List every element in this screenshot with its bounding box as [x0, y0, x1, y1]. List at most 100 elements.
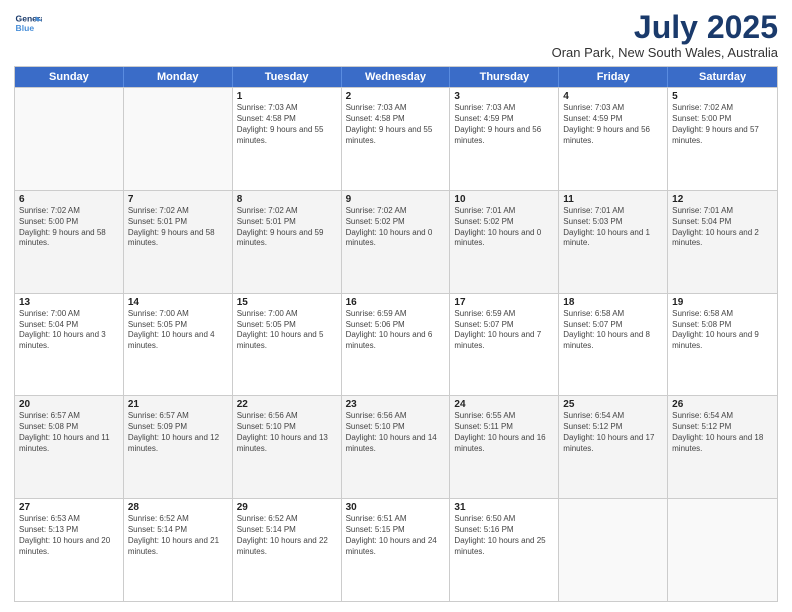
- header-day: Friday: [559, 67, 668, 87]
- calendar-cell: 27Sunrise: 6:53 AM Sunset: 5:13 PM Dayli…: [15, 499, 124, 601]
- calendar-body: 1Sunrise: 7:03 AM Sunset: 4:58 PM Daylig…: [15, 87, 777, 601]
- day-number: 15: [237, 297, 337, 308]
- calendar-cell: 1Sunrise: 7:03 AM Sunset: 4:58 PM Daylig…: [233, 88, 342, 190]
- svg-text:Blue: Blue: [16, 23, 35, 33]
- day-number: 29: [237, 502, 337, 513]
- logo-icon: General Blue: [14, 10, 42, 38]
- calendar-cell: 7Sunrise: 7:02 AM Sunset: 5:01 PM Daylig…: [124, 191, 233, 293]
- month-year: July 2025: [552, 10, 778, 45]
- calendar-cell: 29Sunrise: 6:52 AM Sunset: 5:14 PM Dayli…: [233, 499, 342, 601]
- calendar-cell: 21Sunrise: 6:57 AM Sunset: 5:09 PM Dayli…: [124, 396, 233, 498]
- day-info: Sunrise: 7:01 AM Sunset: 5:02 PM Dayligh…: [454, 206, 554, 249]
- calendar-cell: 14Sunrise: 7:00 AM Sunset: 5:05 PM Dayli…: [124, 294, 233, 396]
- header-day: Monday: [124, 67, 233, 87]
- calendar-cell: 10Sunrise: 7:01 AM Sunset: 5:02 PM Dayli…: [450, 191, 559, 293]
- calendar-cell: 24Sunrise: 6:55 AM Sunset: 5:11 PM Dayli…: [450, 396, 559, 498]
- day-info: Sunrise: 7:03 AM Sunset: 4:59 PM Dayligh…: [454, 103, 554, 146]
- day-info: Sunrise: 6:50 AM Sunset: 5:16 PM Dayligh…: [454, 514, 554, 557]
- page: General Blue July 2025 Oran Park, New So…: [0, 0, 792, 612]
- day-info: Sunrise: 6:54 AM Sunset: 5:12 PM Dayligh…: [672, 411, 773, 454]
- calendar-cell: 6Sunrise: 7:02 AM Sunset: 5:00 PM Daylig…: [15, 191, 124, 293]
- day-info: Sunrise: 6:52 AM Sunset: 5:14 PM Dayligh…: [128, 514, 228, 557]
- day-info: Sunrise: 7:03 AM Sunset: 4:59 PM Dayligh…: [563, 103, 663, 146]
- day-number: 1: [237, 91, 337, 102]
- day-number: 20: [19, 399, 119, 410]
- calendar-header: SundayMondayTuesdayWednesdayThursdayFrid…: [15, 67, 777, 87]
- day-info: Sunrise: 7:02 AM Sunset: 5:00 PM Dayligh…: [672, 103, 773, 146]
- day-number: 17: [454, 297, 554, 308]
- day-info: Sunrise: 6:57 AM Sunset: 5:09 PM Dayligh…: [128, 411, 228, 454]
- calendar-cell: 16Sunrise: 6:59 AM Sunset: 5:06 PM Dayli…: [342, 294, 451, 396]
- calendar-cell: 12Sunrise: 7:01 AM Sunset: 5:04 PM Dayli…: [668, 191, 777, 293]
- day-number: 11: [563, 194, 663, 205]
- calendar-cell: 4Sunrise: 7:03 AM Sunset: 4:59 PM Daylig…: [559, 88, 668, 190]
- day-number: 8: [237, 194, 337, 205]
- calendar-cell: 19Sunrise: 6:58 AM Sunset: 5:08 PM Dayli…: [668, 294, 777, 396]
- calendar-row: 1Sunrise: 7:03 AM Sunset: 4:58 PM Daylig…: [15, 87, 777, 190]
- calendar-row: 27Sunrise: 6:53 AM Sunset: 5:13 PM Dayli…: [15, 498, 777, 601]
- day-info: Sunrise: 7:03 AM Sunset: 4:58 PM Dayligh…: [237, 103, 337, 146]
- calendar-row: 20Sunrise: 6:57 AM Sunset: 5:08 PM Dayli…: [15, 395, 777, 498]
- calendar-cell: 25Sunrise: 6:54 AM Sunset: 5:12 PM Dayli…: [559, 396, 668, 498]
- calendar-cell: 31Sunrise: 6:50 AM Sunset: 5:16 PM Dayli…: [450, 499, 559, 601]
- day-info: Sunrise: 6:59 AM Sunset: 5:07 PM Dayligh…: [454, 309, 554, 352]
- calendar-cell: 22Sunrise: 6:56 AM Sunset: 5:10 PM Dayli…: [233, 396, 342, 498]
- header-day: Sunday: [15, 67, 124, 87]
- calendar-cell: 13Sunrise: 7:00 AM Sunset: 5:04 PM Dayli…: [15, 294, 124, 396]
- day-number: 12: [672, 194, 773, 205]
- day-number: 30: [346, 502, 446, 513]
- calendar-cell: 26Sunrise: 6:54 AM Sunset: 5:12 PM Dayli…: [668, 396, 777, 498]
- day-number: 22: [237, 399, 337, 410]
- day-number: 10: [454, 194, 554, 205]
- day-info: Sunrise: 7:01 AM Sunset: 5:04 PM Dayligh…: [672, 206, 773, 249]
- day-number: 31: [454, 502, 554, 513]
- day-number: 18: [563, 297, 663, 308]
- calendar-cell: 17Sunrise: 6:59 AM Sunset: 5:07 PM Dayli…: [450, 294, 559, 396]
- day-number: 13: [19, 297, 119, 308]
- day-number: 3: [454, 91, 554, 102]
- day-info: Sunrise: 7:02 AM Sunset: 5:00 PM Dayligh…: [19, 206, 119, 249]
- calendar-cell: 28Sunrise: 6:52 AM Sunset: 5:14 PM Dayli…: [124, 499, 233, 601]
- header-day: Wednesday: [342, 67, 451, 87]
- calendar-cell: 23Sunrise: 6:56 AM Sunset: 5:10 PM Dayli…: [342, 396, 451, 498]
- day-info: Sunrise: 6:51 AM Sunset: 5:15 PM Dayligh…: [346, 514, 446, 557]
- location: Oran Park, New South Wales, Australia: [552, 45, 778, 60]
- day-number: 16: [346, 297, 446, 308]
- logo: General Blue: [14, 10, 42, 38]
- calendar-cell: 9Sunrise: 7:02 AM Sunset: 5:02 PM Daylig…: [342, 191, 451, 293]
- day-number: 19: [672, 297, 773, 308]
- calendar-row: 13Sunrise: 7:00 AM Sunset: 5:04 PM Dayli…: [15, 293, 777, 396]
- day-number: 25: [563, 399, 663, 410]
- day-number: 7: [128, 194, 228, 205]
- day-number: 21: [128, 399, 228, 410]
- day-info: Sunrise: 6:59 AM Sunset: 5:06 PM Dayligh…: [346, 309, 446, 352]
- day-number: 24: [454, 399, 554, 410]
- day-info: Sunrise: 6:53 AM Sunset: 5:13 PM Dayligh…: [19, 514, 119, 557]
- calendar-cell: 18Sunrise: 6:58 AM Sunset: 5:07 PM Dayli…: [559, 294, 668, 396]
- title-block: July 2025 Oran Park, New South Wales, Au…: [552, 10, 778, 60]
- header-day: Saturday: [668, 67, 777, 87]
- day-info: Sunrise: 6:57 AM Sunset: 5:08 PM Dayligh…: [19, 411, 119, 454]
- day-number: 4: [563, 91, 663, 102]
- day-number: 6: [19, 194, 119, 205]
- calendar-cell: 8Sunrise: 7:02 AM Sunset: 5:01 PM Daylig…: [233, 191, 342, 293]
- header: General Blue July 2025 Oran Park, New So…: [14, 10, 778, 60]
- day-number: 23: [346, 399, 446, 410]
- header-day: Thursday: [450, 67, 559, 87]
- day-info: Sunrise: 7:02 AM Sunset: 5:02 PM Dayligh…: [346, 206, 446, 249]
- calendar-cell: 3Sunrise: 7:03 AM Sunset: 4:59 PM Daylig…: [450, 88, 559, 190]
- day-info: Sunrise: 6:58 AM Sunset: 5:07 PM Dayligh…: [563, 309, 663, 352]
- calendar-cell: [15, 88, 124, 190]
- day-info: Sunrise: 6:58 AM Sunset: 5:08 PM Dayligh…: [672, 309, 773, 352]
- calendar-cell: 15Sunrise: 7:00 AM Sunset: 5:05 PM Dayli…: [233, 294, 342, 396]
- day-info: Sunrise: 7:00 AM Sunset: 5:05 PM Dayligh…: [128, 309, 228, 352]
- day-number: 28: [128, 502, 228, 513]
- day-info: Sunrise: 6:52 AM Sunset: 5:14 PM Dayligh…: [237, 514, 337, 557]
- day-number: 2: [346, 91, 446, 102]
- calendar-cell: 2Sunrise: 7:03 AM Sunset: 4:58 PM Daylig…: [342, 88, 451, 190]
- day-info: Sunrise: 7:02 AM Sunset: 5:01 PM Dayligh…: [128, 206, 228, 249]
- day-number: 27: [19, 502, 119, 513]
- day-info: Sunrise: 6:56 AM Sunset: 5:10 PM Dayligh…: [237, 411, 337, 454]
- day-info: Sunrise: 7:00 AM Sunset: 5:05 PM Dayligh…: [237, 309, 337, 352]
- day-number: 26: [672, 399, 773, 410]
